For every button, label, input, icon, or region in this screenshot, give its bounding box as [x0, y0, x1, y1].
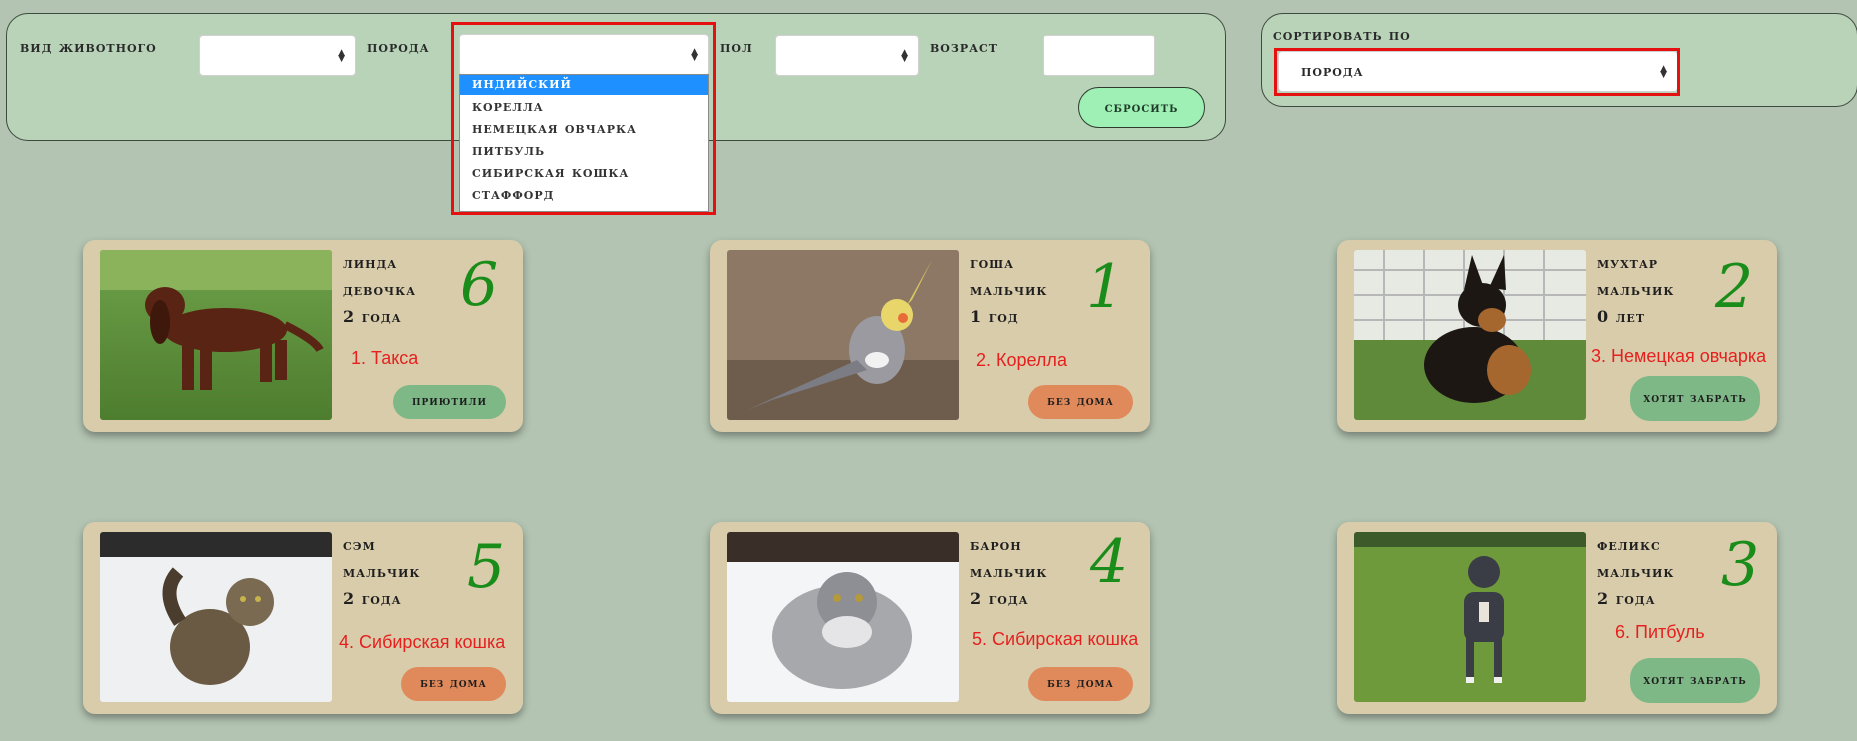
annotation-note: 1. Такса — [351, 348, 419, 368]
age-label: возраст — [930, 38, 998, 56]
status-button[interactable]: приютили — [393, 385, 506, 419]
pet-name: линда — [343, 253, 398, 272]
select-arrows-icon: ▲ ▼ — [338, 47, 345, 64]
annotation-number: 3 — [1721, 530, 1760, 600]
sort-label: сортировать по — [1273, 26, 1411, 44]
pet-age: 2 года — [343, 589, 402, 608]
annotation-number: 4 — [1090, 527, 1129, 597]
pet-card[interactable]: барон мальчик 2 года 4 5. Сибирская кошк… — [710, 522, 1150, 714]
cockatiel-photo — [727, 250, 959, 420]
pet-card[interactable]: линда девочка 2 года 6 1. Такса приютили — [83, 240, 523, 432]
status-button[interactable]: хотят забрать — [1630, 658, 1760, 703]
select-arrows-icon: ▲ ▼ — [901, 47, 908, 64]
pet-name: сэм — [343, 535, 376, 554]
breed-highlight-box — [451, 22, 716, 215]
siberian-cat-photo — [727, 532, 959, 702]
gender-select[interactable]: ▲ ▼ — [775, 35, 919, 76]
german-shepherd-photo — [1354, 250, 1586, 420]
sort-highlight-box — [1274, 48, 1680, 96]
dachshund-photo — [100, 250, 332, 420]
status-button[interactable]: без дома — [1028, 667, 1133, 701]
pet-gender: мальчик — [343, 562, 421, 581]
pet-age: 0 лет — [1597, 307, 1645, 326]
annotation-number: 1 — [1086, 252, 1125, 322]
pet-age: 2 года — [970, 589, 1029, 608]
age-input[interactable] — [1043, 35, 1155, 76]
pet-gender: девочка — [343, 280, 417, 299]
pet-name: мухтар — [1597, 253, 1659, 272]
pet-card[interactable]: мухтар мальчик 0 лет 2 3. Немецкая овчар… — [1337, 240, 1777, 432]
pet-age: 2 года — [343, 307, 402, 326]
reset-button[interactable]: сбросить — [1078, 87, 1205, 128]
pet-card[interactable]: феликс мальчик 2 года 3 6. Питбуль хотят… — [1337, 522, 1777, 714]
gender-label: пол — [720, 38, 753, 56]
pet-age: 1 год — [970, 307, 1019, 326]
animal-type-select[interactable]: ▲ ▼ — [199, 35, 356, 76]
annotation-note: 4. Сибирская кошка — [339, 632, 506, 652]
breed-label: порода — [367, 38, 430, 56]
pet-name: феликс — [1597, 535, 1661, 554]
siberian-cat-photo — [100, 532, 332, 702]
pet-gender: мальчик — [970, 562, 1048, 581]
pet-gender: мальчик — [1597, 562, 1675, 581]
pet-card[interactable]: гоша мальчик 1 год 1 2. Корелла без дома — [710, 240, 1150, 432]
pet-age: 2 года — [1597, 589, 1656, 608]
annotation-number: 6 — [460, 250, 499, 320]
animal-type-label: вид животного — [20, 38, 157, 56]
pet-gender: мальчик — [1597, 280, 1675, 299]
annotation-note: 5. Сибирская кошка — [972, 629, 1139, 649]
pet-name: барон — [970, 535, 1022, 554]
annotation-number: 2 — [1715, 252, 1754, 322]
pitbull-photo — [1354, 532, 1586, 702]
pet-card[interactable]: сэм мальчик 2 года 5 4. Сибирская кошка … — [83, 522, 523, 714]
status-button[interactable]: без дома — [401, 667, 506, 701]
status-button[interactable]: хотят забрать — [1630, 376, 1760, 421]
annotation-note: 2. Корелла — [976, 350, 1067, 370]
pet-gender: мальчик — [970, 280, 1048, 299]
pet-name: гоша — [970, 253, 1015, 272]
status-button[interactable]: без дома — [1028, 385, 1133, 419]
annotation-note: 6. Питбуль — [1615, 622, 1705, 642]
annotation-note: 3. Немецкая овчарка — [1591, 346, 1767, 366]
annotation-number: 5 — [467, 532, 506, 602]
